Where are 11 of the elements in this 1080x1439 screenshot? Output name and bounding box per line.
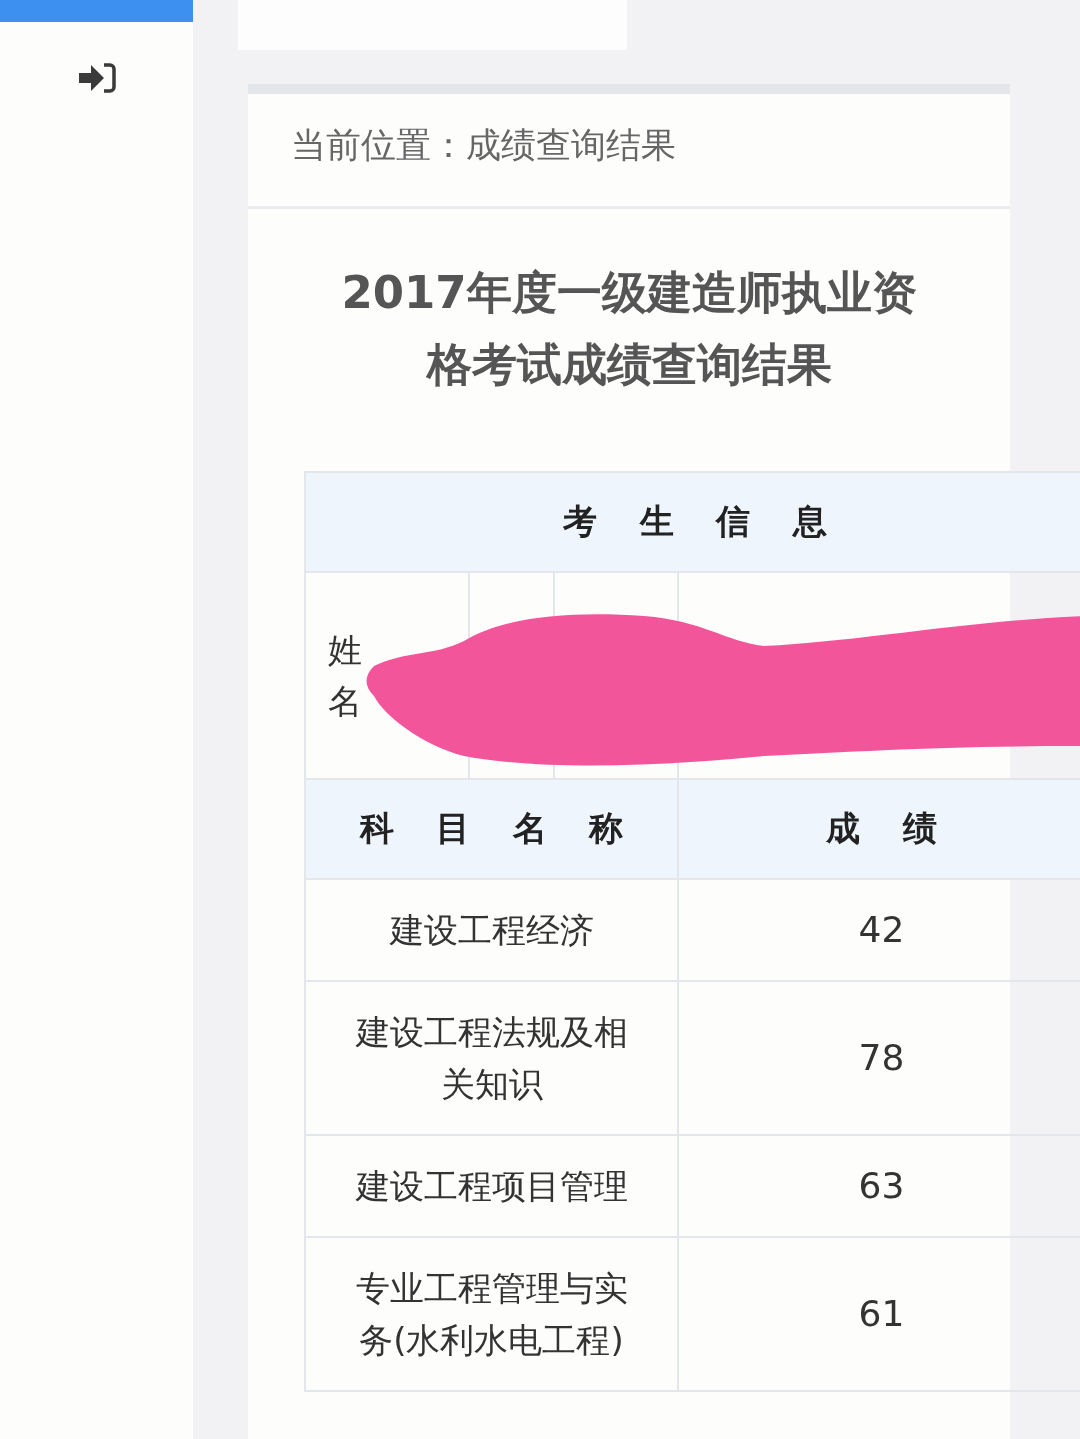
table-cell: 专业工程管理与实务(水利水电工程) xyxy=(305,1237,678,1391)
table-header-cell: 科 目 名 称 xyxy=(305,779,678,879)
table-cell: 建设工程经济 xyxy=(305,879,678,981)
table-cell: 建设工程法规及相关知识 xyxy=(305,981,678,1135)
table-header-cell: 成 绩 xyxy=(678,779,1080,879)
page-title: 2017年度一级建造师执业资格考试成绩查询结果 xyxy=(340,265,918,393)
table-header-cell: 考 生 信 息 xyxy=(305,472,1080,572)
name-label: 姓名 xyxy=(328,628,363,723)
sign-in-icon[interactable] xyxy=(76,62,117,94)
breadcrumb: 当前位置：成绩查询结果 xyxy=(248,84,1010,209)
table-cell: 建设工程项目管理 xyxy=(305,1135,678,1237)
